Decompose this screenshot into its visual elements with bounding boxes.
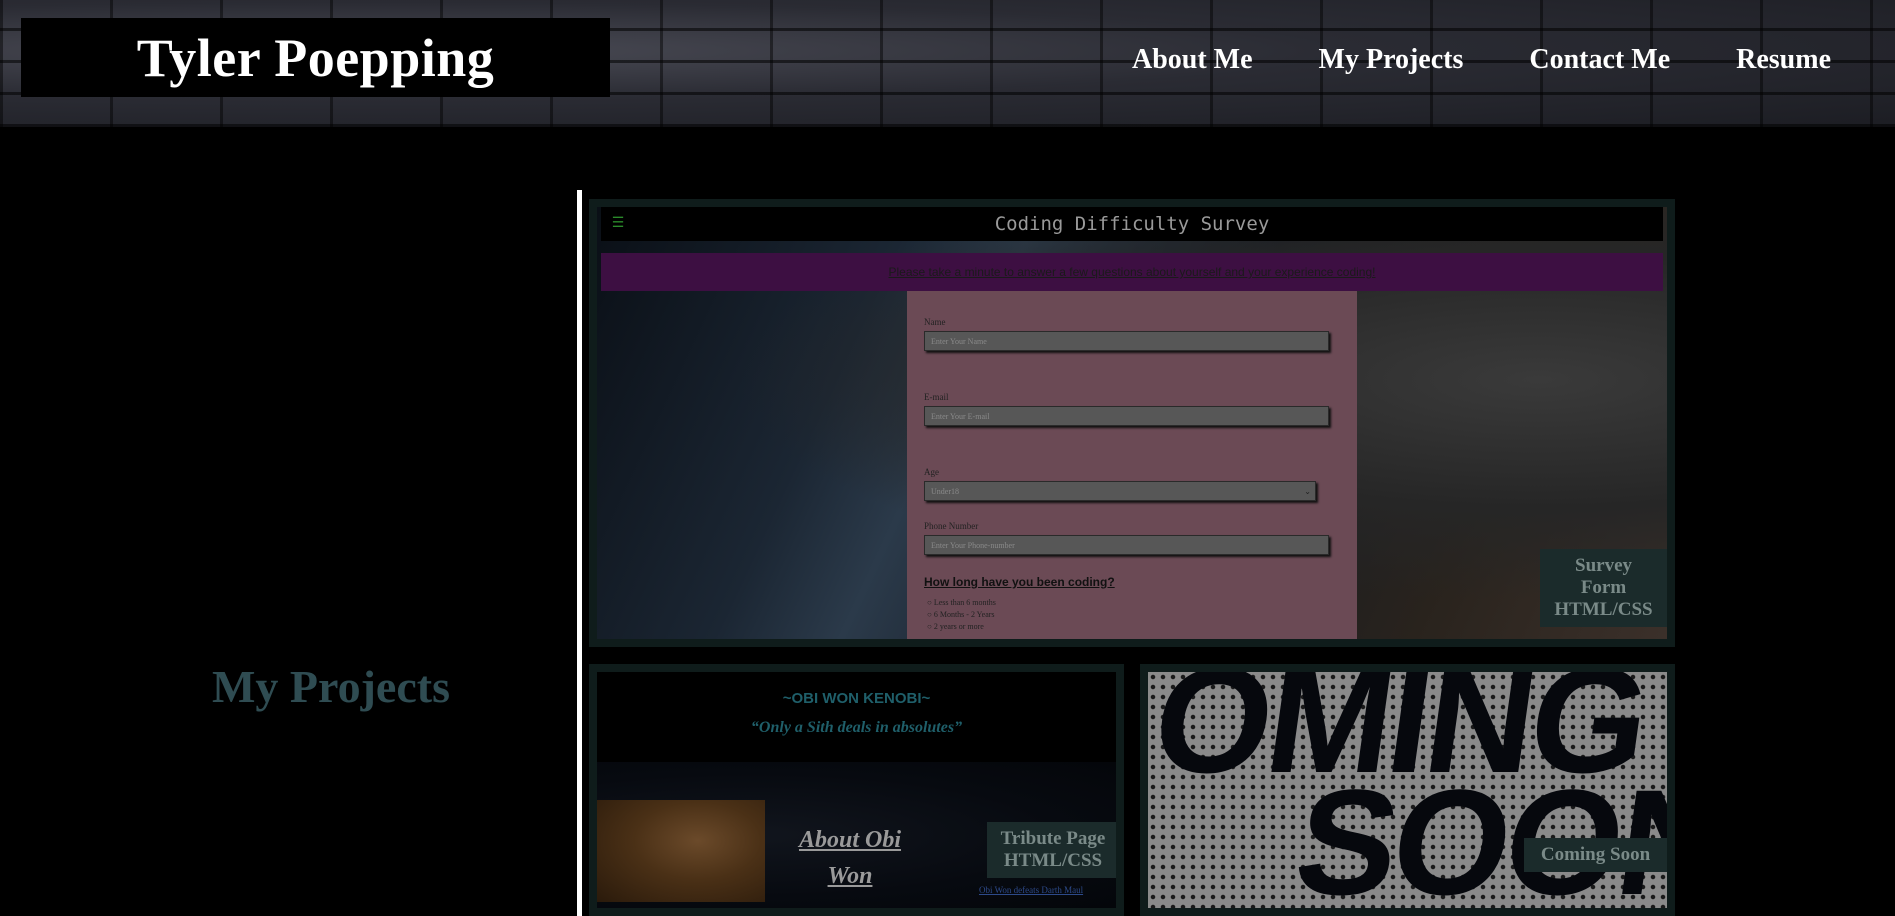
survey-preview: ☰ Coding Difficulty Survey Please take a… <box>597 207 1667 639</box>
name-label: Name <box>924 317 946 327</box>
project-caption-tech: HTML/CSS <box>1554 599 1653 620</box>
project-caption-tech: HTML/CSS <box>1003 850 1103 871</box>
chevron-down-icon: ⌄ <box>1304 487 1311 496</box>
age-select-value: Under18 <box>931 487 959 496</box>
project-card-coming-soon[interactable]: OMING SOON Coming Soon <box>1140 664 1675 916</box>
age-select: Under18 ⌄ <box>924 481 1316 501</box>
site-header: Tyler Poepping About Me My Projects Cont… <box>0 0 1895 127</box>
site-logo-text: Tyler Poepping <box>136 27 495 88</box>
project-caption-title: Tribute Page <box>1000 828 1106 849</box>
email-field: Enter Your E-mail <box>924 406 1329 426</box>
tribute-heading: About Obi Won <box>775 822 925 894</box>
tribute-preview: ~OBI WON KENOBI~ “Only a Sith deals in a… <box>597 672 1116 908</box>
project-caption-title: Coming Soon <box>1540 844 1651 865</box>
nav-about-me[interactable]: About Me <box>1132 44 1253 76</box>
project-caption: Coming Soon <box>1524 838 1667 872</box>
name-field: Enter Your Name <box>924 331 1329 351</box>
age-label: Age <box>924 467 939 477</box>
nav-contact-me[interactable]: Contact Me <box>1529 44 1670 76</box>
coding-question: How long have you been coding? <box>924 575 1115 589</box>
survey-banner: Please take a minute to answer a few que… <box>601 253 1663 291</box>
nav-resume[interactable]: Resume <box>1736 44 1831 76</box>
tribute-quote: “Only a Sith deals in absolutes” <box>750 719 963 736</box>
tribute-photo <box>597 800 765 902</box>
option-radio: 2 years or more <box>927 622 984 631</box>
project-caption: Survey Form HTML/CSS <box>1540 549 1667 627</box>
hamburger-menu-icon: ☰ <box>611 215 625 231</box>
phone-label: Phone Number <box>924 521 979 531</box>
project-caption: Tribute Page HTML/CSS <box>987 822 1116 878</box>
email-label: E-mail <box>924 392 949 402</box>
tribute-heading-line1: About Obi <box>798 827 902 853</box>
tribute-link: Obi Won defeats Darth Maul <box>979 885 1084 895</box>
section-title: My Projects <box>212 661 450 712</box>
tribute-header: ~OBI WON KENOBI~ “Only a Sith deals in a… <box>597 672 1116 762</box>
option-radio: Less than 6 months <box>927 598 996 607</box>
option-radio: 6 Months - 2 Years <box>927 610 995 619</box>
survey-form: Name Enter Your Name E-mail Enter Your E… <box>907 291 1357 639</box>
survey-title: Coding Difficulty Survey <box>994 213 1270 235</box>
nav-my-projects[interactable]: My Projects <box>1319 44 1464 76</box>
tribute-name: ~OBI WON KENOBI~ <box>782 690 931 707</box>
tribute-heading-line2: Won <box>827 863 873 889</box>
phone-field: Enter Your Phone-number <box>924 535 1329 555</box>
site-logo[interactable]: Tyler Poepping <box>21 18 610 97</box>
section-divider <box>577 190 582 916</box>
main-nav: About Me My Projects Contact Me Resume <box>1066 44 1831 76</box>
project-card-survey-form[interactable]: ☰ Coding Difficulty Survey Please take a… <box>589 199 1675 647</box>
project-card-tribute-page[interactable]: ~OBI WON KENOBI~ “Only a Sith deals in a… <box>589 664 1124 916</box>
survey-title-bar: ☰ Coding Difficulty Survey <box>601 207 1663 241</box>
project-caption-title: Survey Form <box>1575 555 1632 598</box>
coming-soon-preview: OMING SOON Coming Soon <box>1148 672 1667 908</box>
